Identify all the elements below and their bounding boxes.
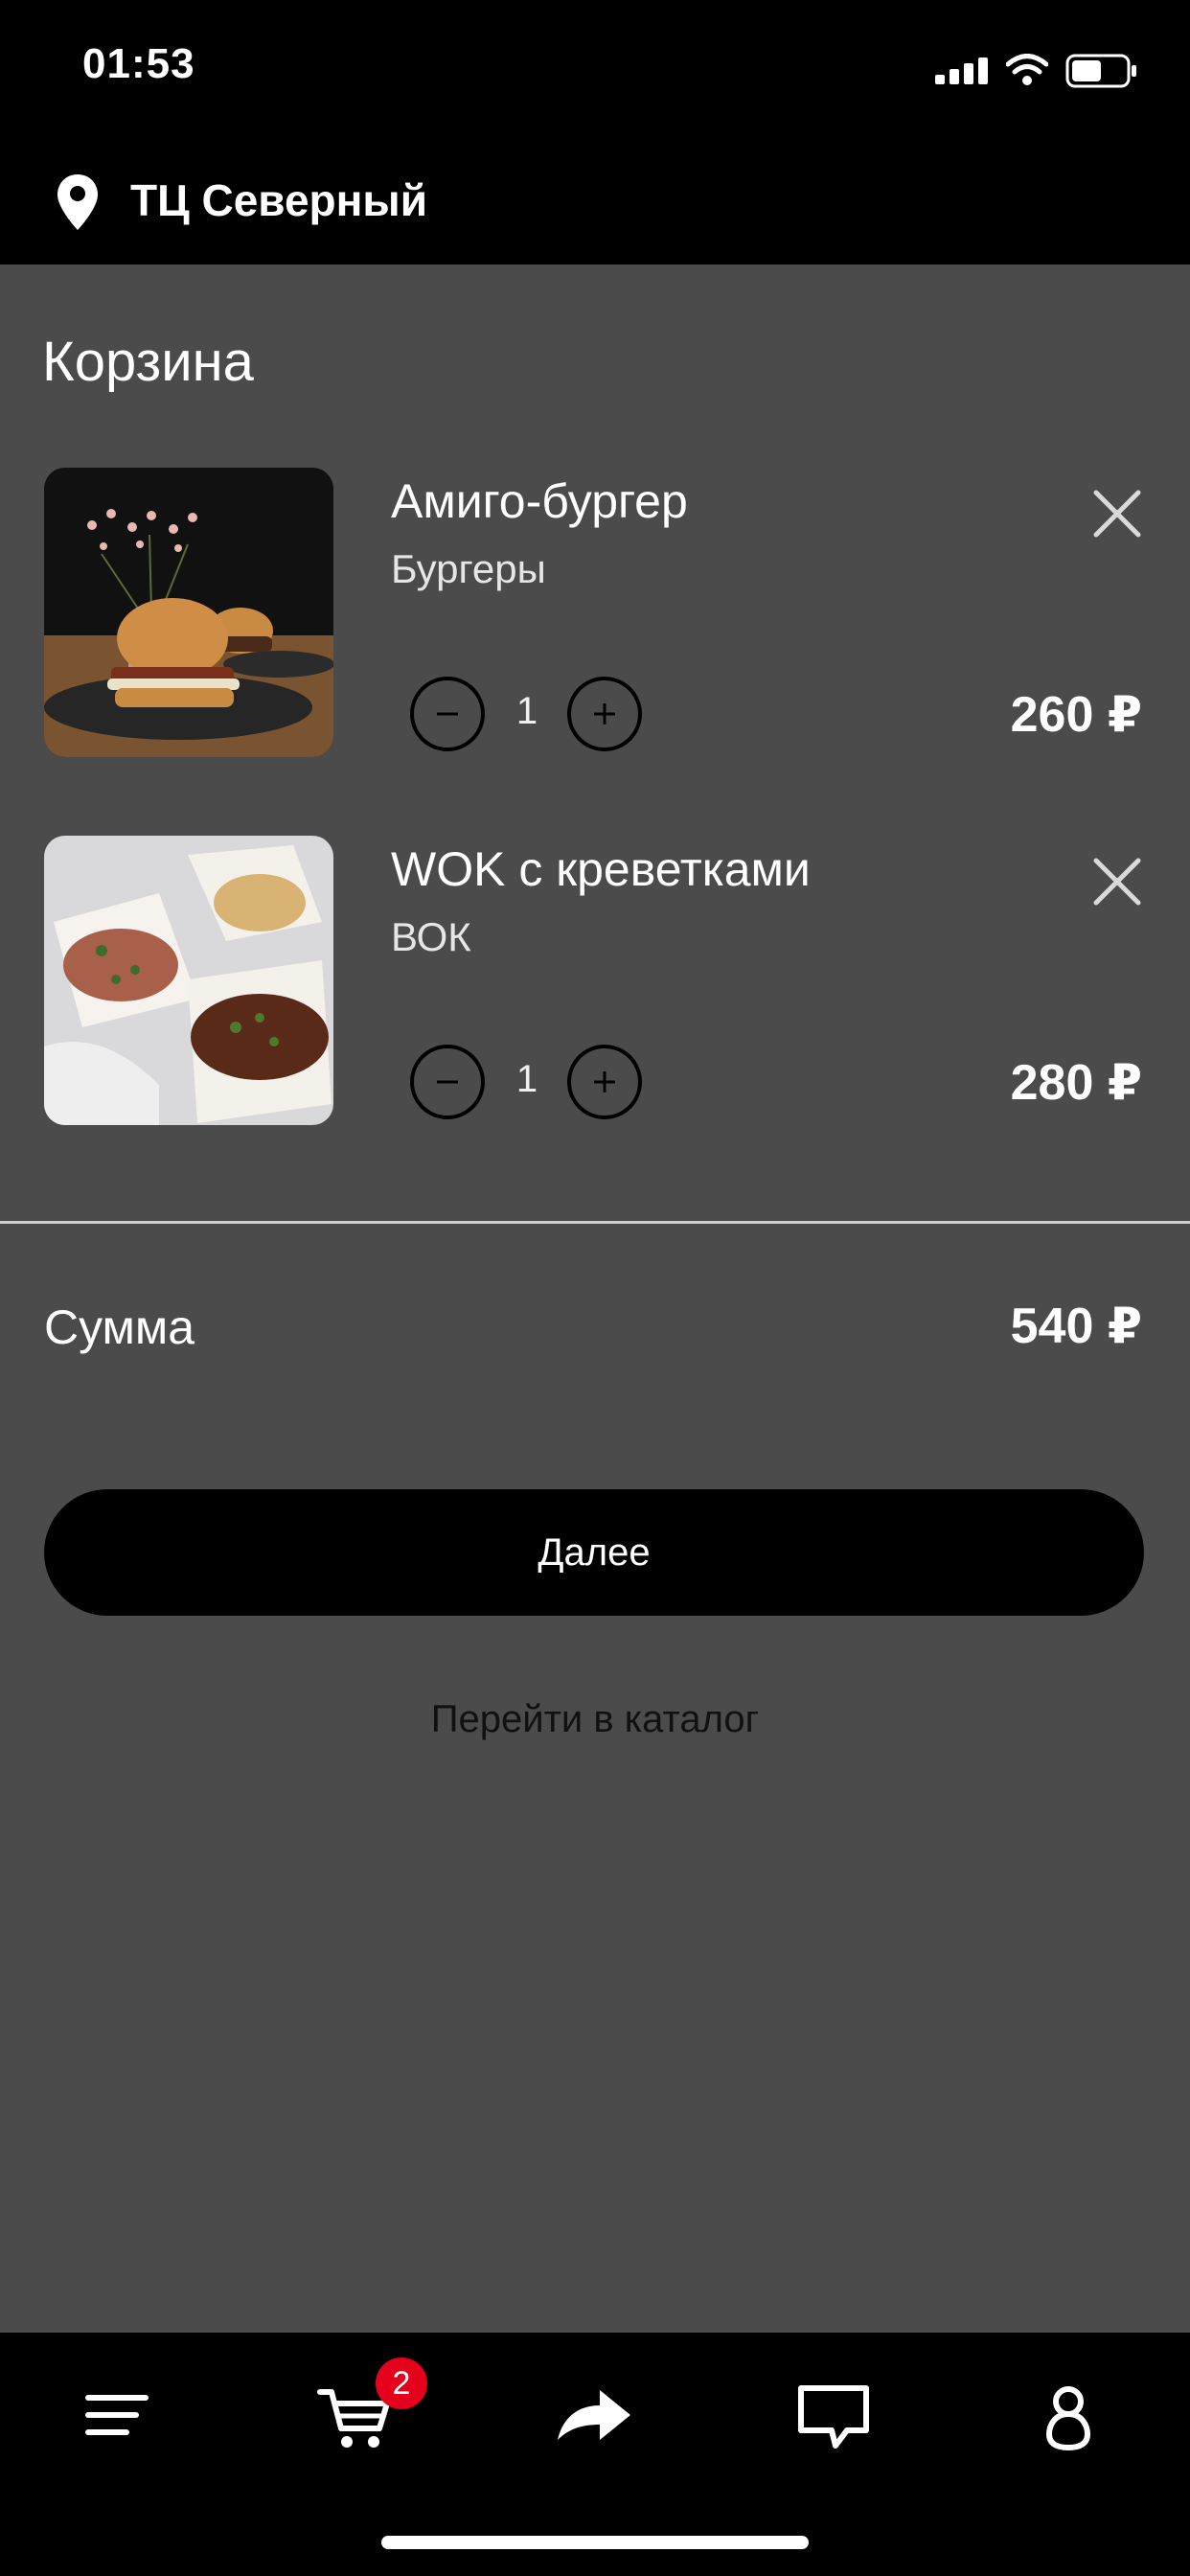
profile-icon	[1045, 2386, 1091, 2451]
location-bar[interactable]: ТЦ Северный	[0, 144, 1190, 264]
item-name: Амиго-бургер	[391, 474, 688, 528]
cellular-signal-icon	[935, 58, 989, 84]
battery-icon	[1065, 54, 1136, 88]
plus-icon	[594, 703, 615, 724]
tab-chat[interactable]	[790, 2373, 876, 2459]
item-price: 260 ₽	[1010, 687, 1142, 743]
cart-screen: Корзина Амиго-бургер Бургеры 1 260 ₽ WOK…	[0, 264, 1190, 2333]
cart-item: WOK с креветками ВОК 1 280 ₽	[0, 836, 1190, 1133]
chat-icon	[798, 2385, 869, 2449]
next-button[interactable]: Далее	[44, 1489, 1144, 1616]
increase-quantity-button[interactable]	[567, 1045, 642, 1119]
total-label: Сумма	[44, 1300, 195, 1354]
tab-menu[interactable]	[73, 2373, 159, 2459]
home-indicator	[381, 2536, 809, 2549]
minus-icon	[437, 712, 458, 716]
item-image-burger	[44, 468, 333, 757]
screen: 01:53 ТЦ Северный Корзина Амиго-бургер Б…	[0, 0, 1190, 2576]
total-value: 540 ₽	[1010, 1299, 1142, 1354]
plus-icon	[594, 1071, 615, 1092]
tab-profile[interactable]	[1025, 2373, 1111, 2459]
divider	[0, 1221, 1190, 1224]
status-bar: 01:53	[0, 0, 1190, 144]
quantity-value: 1	[515, 1058, 538, 1100]
increase-quantity-button[interactable]	[567, 677, 642, 751]
share-icon	[558, 2390, 630, 2440]
item-image-wok	[44, 836, 333, 1125]
minus-icon	[437, 1080, 458, 1084]
item-price: 280 ₽	[1010, 1055, 1142, 1111]
location-name: ТЦ Северный	[130, 175, 427, 225]
quantity-value: 1	[515, 690, 538, 732]
item-name: WOK с креветками	[391, 842, 811, 896]
wifi-icon	[1006, 54, 1048, 85]
item-category: Бургеры	[391, 546, 546, 591]
tab-share[interactable]	[550, 2373, 636, 2459]
go-to-catalog-link[interactable]: Перейти в каталог	[0, 1698, 1190, 1741]
status-time: 01:53	[82, 40, 195, 87]
decrease-quantity-button[interactable]	[410, 1045, 485, 1119]
map-pin-icon	[57, 174, 98, 230]
item-category: ВОК	[391, 914, 471, 959]
remove-item-icon[interactable]	[1090, 487, 1144, 540]
menu-icon	[85, 2395, 149, 2435]
cart-count-badge: 2	[376, 2358, 427, 2409]
page-title: Корзина	[42, 331, 254, 393]
decrease-quantity-button[interactable]	[410, 677, 485, 751]
remove-item-icon[interactable]	[1090, 855, 1144, 908]
cart-item: Амиго-бургер Бургеры 1 260 ₽	[0, 468, 1190, 765]
